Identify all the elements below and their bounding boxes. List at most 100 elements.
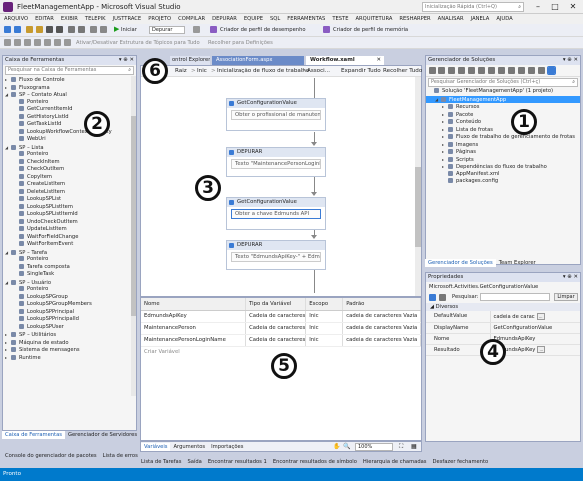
variable-cell[interactable]: Inic	[305, 322, 344, 335]
activity-field[interactable]: Texto "EdmundsApiKey-" + Edmun	[231, 252, 321, 262]
tree-item-conteudo[interactable]: ▸ Conteúdo	[426, 118, 580, 126]
menu-projeto[interactable]: PROJETO	[144, 14, 174, 22]
tab-gerenciador-de-solucoes[interactable]: Gerenciador de Soluções	[425, 259, 496, 267]
tree-item-lista-de-frotas[interactable]: ▸ Lista de frotas	[426, 126, 580, 134]
redo-icon[interactable]	[100, 26, 107, 33]
tree-item-ponteiro[interactable]: Ponteiro	[3, 286, 136, 294]
property-row[interactable]: DisplayName GetConfigurationValue	[426, 322, 580, 334]
activity-field[interactable]: Obter a chave Edmunds API	[231, 209, 321, 219]
forward-icon[interactable]	[438, 67, 445, 74]
breadcrumb-inic[interactable]: Inic	[197, 68, 207, 74]
designer-scrollbar[interactable]	[415, 77, 421, 296]
prev-bookmark-icon[interactable]	[54, 39, 61, 46]
tree-item-pacote[interactable]: ▸ Pacote	[426, 111, 580, 119]
tree-item-sp-contato-atual[interactable]: ◢ SP – Contato Atual	[3, 91, 136, 99]
save-all-icon[interactable]	[56, 26, 63, 33]
show-all-icon[interactable]	[488, 67, 495, 74]
collapse-definitions-button[interactable]: Recolher para Definições	[208, 40, 273, 46]
variable-cell[interactable]: Cadeia de caracteres	[245, 334, 307, 347]
tree-item-packages-config[interactable]: packages.config	[426, 178, 580, 186]
menu-analisar[interactable]: ANALISAR	[434, 14, 467, 22]
close-icon[interactable]: ✕	[565, 1, 581, 13]
performance-profiler-button[interactable]: Criador de perfil de desempenho	[220, 27, 306, 33]
tree-item-updatelistitem[interactable]: UpdateListItem	[3, 226, 136, 234]
tab-hierarquia-de-chamadas[interactable]: Hierarquia de chamadas	[360, 458, 430, 466]
fit-screen-icon[interactable]: ⛶	[399, 443, 403, 451]
tree-item-recursos[interactable]: ▸ Recursos	[426, 103, 580, 111]
copy-icon[interactable]	[78, 26, 85, 33]
variable-cell[interactable]: Cadeia de caracteres	[245, 322, 307, 335]
variable-cell[interactable]: Inic	[305, 334, 344, 347]
tree-item-tarefa-composta[interactable]: Tarefa composta	[3, 263, 136, 272]
alphabetical-icon[interactable]	[439, 294, 446, 301]
bookmark-icon[interactable]	[44, 39, 51, 46]
tab-variaveis[interactable]: Variáveis	[141, 443, 171, 451]
tree-item-sp-utilitarios[interactable]: ▸ SP – Utilitários	[3, 331, 136, 339]
tree-item-gettasklistid[interactable]: GetTaskListId	[3, 121, 136, 129]
pan-icon[interactable]: ✋	[333, 443, 340, 450]
variable-cell[interactable]: cadeia de caracteres Vazia	[342, 310, 421, 323]
tree-item-imagens[interactable]: ▸ Imagens	[426, 141, 580, 149]
minimize-icon[interactable]: –	[530, 1, 546, 13]
tree-item-gethistorylistid[interactable]: GetHistoryListId	[3, 113, 136, 122]
uncomment-icon[interactable]	[34, 39, 41, 46]
menu-compilar[interactable]: COMPILAR	[174, 14, 208, 22]
back-icon[interactable]	[429, 67, 436, 74]
tree-item-fluxo-de-trabalho-de-gerenciamento-de-frotas[interactable]: ▸ Fluxo de trabalho de gerenciamento de f…	[426, 133, 580, 141]
forward-icon[interactable]	[14, 26, 21, 33]
overview-icon[interactable]: ▦	[411, 443, 417, 450]
solution-search-input[interactable]: Pesquisar Gerenciador de Soluções (Ctrl+…	[428, 78, 578, 87]
tab-workflow-xaml[interactable]: Workflow.xaml ✕	[306, 56, 384, 65]
column-header-nome[interactable]: Nome	[141, 298, 247, 311]
tree-item-sp-lista[interactable]: ◢ SP – Lista	[3, 144, 136, 152]
tree-item-paginas[interactable]: ▸ Páginas	[426, 148, 580, 156]
menu-janela[interactable]: JANELA	[467, 14, 493, 22]
tab-caixa-de-ferramentas[interactable]: Caixa de Ferramentas	[2, 431, 65, 439]
sync-icon[interactable]	[458, 67, 465, 74]
tree-item-lookupspprincipalid[interactable]: LookupSPPrincipalId	[3, 316, 136, 324]
menu-ajuda[interactable]: AJUDA	[492, 14, 515, 22]
toggle-outline-button[interactable]: Ativar/Desativar Estrutura de Tópicos pa…	[76, 40, 200, 46]
tree-item-solucao-fleetmanagementapp-1-projeto[interactable]: Solução 'FleetManagementApp' (1 projeto)	[426, 88, 580, 96]
indent-icon[interactable]	[14, 39, 21, 46]
properties-search-input[interactable]	[480, 293, 550, 301]
tree-item-waitforitemevent[interactable]: WaitForItemEvent	[3, 241, 136, 249]
tab-argumentos[interactable]: Argumentos	[170, 443, 208, 451]
tab-lista-de-erros[interactable]: Lista de erros	[100, 452, 141, 460]
zoom-select[interactable]: 100%	[355, 443, 393, 451]
tree-item-checkoutitem[interactable]: CheckOutItem	[3, 166, 136, 174]
toolbox-scrollbar[interactable]	[131, 76, 136, 396]
start-button[interactable]: Iniciar	[121, 27, 137, 33]
tree-item-lookupworkflowcontextproperty[interactable]: LookupWorkflowContextProperty	[3, 128, 136, 137]
tab-control-explorer[interactable]: ontrol Explorer	[170, 56, 210, 65]
menu-editar[interactable]: EDITAR	[31, 14, 57, 22]
tab-console-do-gerenciador-de-pacotes[interactable]: Console do gerenciador de pacotes	[2, 452, 100, 460]
activity-depurar[interactable]: DEPURAR Texto "EdmundsApiKey-" + Edmun	[226, 240, 326, 270]
variable-cell[interactable]: Cadeia de caracteres	[245, 310, 307, 323]
property-row[interactable]: DefaultValue cadeia de carac...	[426, 311, 580, 323]
save-icon[interactable]	[46, 26, 53, 33]
property-value[interactable]: EdmundsApiKey	[489, 333, 580, 345]
column-header-padrao[interactable]: Padrão	[342, 298, 421, 311]
config-select[interactable]: Depurar	[149, 26, 185, 34]
tree-item-lookupsplistitem[interactable]: LookupSPListItem	[3, 203, 136, 212]
table-row[interactable]: MaintenancePerson Cadeia de caracteres Ini…	[141, 322, 421, 335]
tree-item-weburi[interactable]: WebUri	[3, 136, 136, 144]
tab-desfazer-fechamento[interactable]: Desfazer fechamento	[430, 458, 492, 466]
back-icon[interactable]	[4, 26, 11, 33]
tree-item-fleetmanagementapp[interactable]: ◢ FleetManagementApp	[426, 95, 580, 103]
pin-icon[interactable]: ▾ ⊕ ✕	[563, 273, 578, 282]
tab-association-form[interactable]: AssociationForm.aspx	[212, 56, 304, 65]
zoom-icon[interactable]: 🔍	[343, 443, 350, 450]
view-designer-icon[interactable]	[518, 67, 525, 74]
variable-cell[interactable]: EdmundsApiKey	[141, 310, 247, 323]
tree-item-singletask[interactable]: SingleTask	[3, 271, 136, 279]
start-icon[interactable]: ▶	[114, 25, 119, 33]
tab-importacoes[interactable]: Importações	[208, 443, 246, 451]
tree-item-sistema-de-mensagens[interactable]: ▸ Sistema de mensagens	[3, 346, 136, 354]
activity-depurar[interactable]: DEPURAR Texto "MaintenancePersonLoginNa	[226, 147, 326, 177]
tree-item-lookupspprincipal[interactable]: LookupSPPrincipal	[3, 308, 136, 317]
menu-depurar[interactable]: DEPURAR	[208, 14, 240, 22]
memory-profiler-button[interactable]: Criador de perfil de memória	[333, 27, 408, 33]
column-header-tipo-da-variavel[interactable]: Tipo da Variável	[245, 298, 307, 311]
